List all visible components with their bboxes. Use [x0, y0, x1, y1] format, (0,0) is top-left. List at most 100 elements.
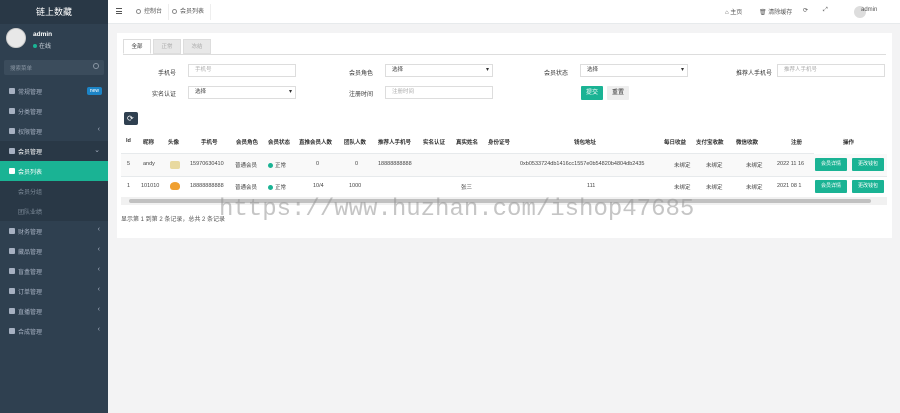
- cell-reg: 2021 08 1: [777, 183, 802, 189]
- col-realname: 实名认证: [423, 140, 446, 146]
- menu-search-input[interactable]: 搜索菜单: [4, 60, 104, 75]
- cube-icon: [9, 248, 15, 254]
- reset-button[interactable]: 重置: [607, 86, 629, 100]
- cell-truename: 张三: [461, 185, 473, 191]
- realname-select[interactable]: 选择: [188, 86, 296, 99]
- tab-member-list[interactable]: 会员列表: [166, 4, 212, 20]
- member-detail-button[interactable]: 会员详情: [815, 180, 847, 193]
- inviter-phone-input[interactable]: 推荐人手机号: [777, 64, 885, 77]
- new-badge: new: [86, 87, 102, 95]
- cell-daily: 未绑定: [674, 163, 691, 169]
- sidebar-item-blindbox[interactable]: 盲盒管理 ‹: [0, 261, 108, 281]
- row-divider: [121, 176, 887, 177]
- refresh-button[interactable]: [124, 112, 138, 125]
- tab-frozen[interactable]: 冻结: [183, 39, 211, 54]
- home-link[interactable]: ⌂ 主页: [725, 7, 742, 16]
- cell-id: 1: [127, 183, 131, 189]
- cogs-icon: [9, 88, 15, 94]
- fullscreen-icon[interactable]: ⤢: [823, 7, 828, 14]
- cell-direct: 0: [316, 161, 320, 167]
- sidebar-item-category[interactable]: 分类管理: [0, 101, 108, 121]
- chevron-left-icon: ‹: [97, 306, 100, 313]
- file-icon: [9, 288, 15, 294]
- tab-label: 会员列表: [180, 9, 205, 15]
- sidebar-item-member-group[interactable]: 会员分组: [0, 181, 108, 201]
- col-avatar: 头像: [168, 140, 180, 146]
- chevron-left-icon: ‹: [97, 246, 100, 253]
- user-menu-label: admin: [861, 7, 878, 13]
- sidebar-item-synthesis[interactable]: 合成管理 ‹: [0, 321, 108, 341]
- col-ops: 操作: [843, 140, 855, 146]
- app-brand: 链上数藏: [0, 0, 108, 24]
- tab-label: 控制台: [144, 9, 163, 15]
- cell-inviter: 18888888888: [378, 161, 412, 167]
- sidebar-item-orders[interactable]: 订单管理 ‹: [0, 281, 108, 301]
- sidebar-item-label: 藏品管理: [18, 250, 43, 256]
- member-table: Id 昵称 头像 手机号 会员角色 会员状态 直推会员人数 团队人数 推荐人手机…: [121, 132, 887, 206]
- avatar: [170, 182, 180, 190]
- cell-alipay: 未绑定: [706, 185, 723, 191]
- clear-cache-label: 清除缓存: [768, 10, 793, 16]
- member-detail-button[interactable]: 会员详情: [815, 158, 847, 171]
- sidebar-menu: 常规管理 new 分类管理 权限管理 ‹ 会员管理 ⌄ 会员列表 会员分组 团队业绩 …: [0, 81, 108, 341]
- sidebar-item-auth[interactable]: 权限管理 ‹: [0, 121, 108, 141]
- sidebar-item-collection[interactable]: 藏品管理 ‹: [0, 241, 108, 261]
- menu-search-placeholder: 搜索菜单: [10, 66, 33, 72]
- tab-normal[interactable]: 正常: [153, 39, 181, 54]
- regtime-input[interactable]: 注册时间: [385, 86, 493, 99]
- status-label: 会员状态: [543, 71, 568, 77]
- col-team: 团队人数: [344, 140, 367, 146]
- tab-dashboard[interactable]: 控制台: [130, 4, 170, 20]
- col-daily: 每日收益: [664, 140, 687, 146]
- change-wallet-button[interactable]: 更改钱包: [852, 158, 884, 171]
- change-wallet-button[interactable]: 更改钱包: [852, 180, 884, 193]
- sidebar-item-label: 直播管理: [18, 310, 43, 316]
- search-icon[interactable]: [93, 63, 99, 69]
- chevron-left-icon: ‹: [97, 226, 100, 233]
- sidebar-item-label: 盲盒管理: [18, 270, 43, 276]
- submit-button[interactable]: 提交: [581, 86, 603, 100]
- money-icon: [9, 228, 15, 234]
- cell-wallet: 0xb0533724db1416cc1557e0b54820b4804db243…: [520, 161, 645, 167]
- sidebar-item-team-performance[interactable]: 团队业绩: [0, 201, 108, 221]
- sidebar-item-live[interactable]: 直播管理 ‹: [0, 301, 108, 321]
- user-menu[interactable]: admin: [861, 7, 877, 13]
- role-select[interactable]: 选择: [385, 64, 493, 77]
- cell-id: 5: [127, 161, 131, 167]
- phone-input[interactable]: 手机号: [188, 64, 296, 77]
- cell-daily: 未绑定: [674, 185, 691, 191]
- cell-wechat: 未绑定: [746, 163, 763, 169]
- status-dot-icon: [268, 163, 273, 168]
- pagination-info: 显示第 1 到第 2 条记录，总共 2 条记录: [121, 217, 226, 223]
- sidebar-item-members[interactable]: 会员管理 ⌄: [0, 141, 108, 161]
- cell-direct: 10/4: [313, 183, 324, 189]
- sidebar-item-general[interactable]: 常规管理 new: [0, 81, 108, 101]
- col-alipay: 支付宝收款: [696, 140, 724, 146]
- sidebar-item-finance[interactable]: 财务管理 ‹: [0, 221, 108, 241]
- status-text: 正常: [275, 163, 287, 169]
- watermark-text: https://www.huzhan.com/ishop47685: [219, 196, 695, 223]
- avatar[interactable]: [6, 28, 26, 48]
- clear-cache-button[interactable]: 🗑 清除缓存: [759, 7, 792, 16]
- avatar: [170, 161, 180, 169]
- cell-nickname: 101010: [141, 183, 160, 189]
- cell-status: 正常: [268, 161, 286, 169]
- col-reg: 注册: [791, 140, 803, 146]
- sidebar-item-member-list[interactable]: 会员列表: [0, 161, 108, 181]
- ops-header: 操作: [814, 132, 887, 154]
- sidebar-item-label: 分类管理: [18, 110, 43, 116]
- leaf-icon: [9, 108, 15, 114]
- status-select[interactable]: 选择: [580, 64, 688, 77]
- sidebar-item-label: 会员分组: [18, 190, 43, 196]
- tab-all[interactable]: 全部: [123, 39, 151, 54]
- sidebar-item-label: 订单管理: [18, 290, 43, 296]
- refresh-icon[interactable]: ⟳: [803, 7, 808, 14]
- group-icon: [9, 128, 15, 134]
- user-status-text: 在线: [39, 44, 52, 50]
- col-id[interactable]: Id: [126, 138, 131, 144]
- hamburger-icon[interactable]: [116, 8, 122, 14]
- chevron-left-icon: ‹: [97, 266, 100, 273]
- cell-reg: 2022 11 16: [777, 161, 805, 167]
- chevron-left-icon: ‹: [97, 286, 100, 293]
- col-inviter: 推荐人手机号: [378, 140, 412, 146]
